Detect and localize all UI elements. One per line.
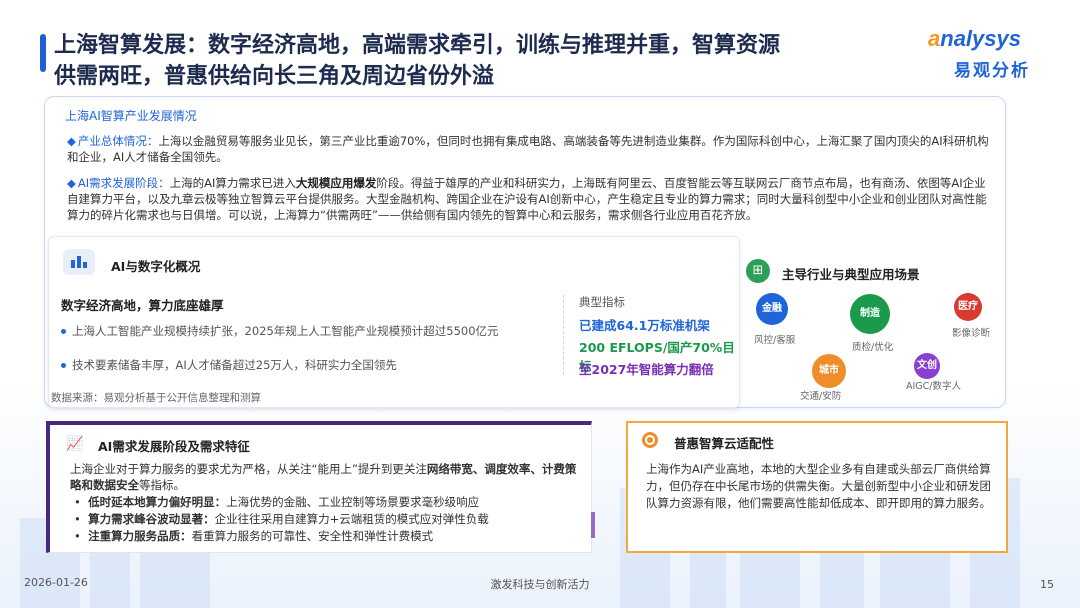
trend-line-icon: 📈 [66,436,84,452]
title-accent-bar [40,34,46,72]
bullet-dot-icon [61,363,66,368]
bubble-manufacturing: 制造 [850,294,890,334]
overview-paragraph-demand: ◆ AI需求发展阶段：上海的AI算力需求已进入大规模应用爆发阶段。得益于雄厚的产业… [67,176,987,222]
ai-digital-panel: AI与数字化概况 数字经济高地，算力底座雄厚 上海人工智能产业规模持续扩张，20… [48,236,740,408]
caption-culture: AIGC/数字人 [906,381,961,392]
inclusive-text: 上海作为AI产业高地，本地的大型企业多有自建或头部云厂商供给算力，但仍存在中长尾… [646,462,991,510]
dashed-divider [563,295,564,375]
bullet-dot-icon [61,329,66,334]
analysys-logo: analysys 易观分析 [928,26,1060,86]
list-item: 技术要素储备丰厚，AI人才储备超过25万人，科研实力全国领先 [61,357,397,373]
data-source-note: 数据来源：易观分析基于公开信息整理和测算 [51,392,261,404]
bubble-city: 城市 [812,354,846,388]
bubble-medical: 医疗 [954,293,982,321]
caption-medical: 影像诊断 [952,328,991,339]
list-item: • 算力需求峰谷波动显著：企业往往采用自建算力+云端租赁的模式应对弹性负载 [74,512,489,526]
caption-manufacturing: 质检/优化 [852,342,894,353]
ai-digital-subtitle: 数字经济高地，算力底座雄厚 [61,298,224,313]
demand-stage-card: 📈 AI需求发展阶段及需求特征 上海企业对于算力服务的要求尤为严格，从关注“能用… [46,421,595,553]
page-title: 上海智算发展：数字经济高地，高端需求牵引，训练与推理并重，智算资源 供需两旺，普… [54,30,974,92]
inclusive-computing-card: 普惠智算云适配性 上海作为AI产业高地，本地的大型企业多有自建或头部云厂商供给算… [626,421,1008,553]
list-item: • 注重算力服务品质：看重算力服务的可靠性、安全性和弹性计费模式 [74,529,434,543]
indicator-title: 典型指标 [579,295,625,309]
demand-title: AI需求发展阶段及需求特征 [98,439,250,454]
ai-digital-title: AI与数字化概况 [111,259,201,274]
logo-wordmark: nalysys [940,26,1021,51]
logo-a-letter: a [928,26,941,51]
list-item: • 低时延本地算力偏好明显：上海优势的金融、工业控制等场景要求毫秒级响应 [74,495,480,509]
overview-title: 上海AI智算产业发展情况 [65,109,197,123]
logo-cn-text: 易观分析 [954,61,1030,81]
demand-intro: 上海企业对于算力服务的要求尤为严格，从关注“能用上”提升到更关注网络带宽、调度效… [70,462,577,492]
indicator-2027: 至2027年智能算力翻倍 [579,362,714,377]
corner-accent [591,512,595,538]
inclusive-title: 普惠智算云适配性 [674,436,775,451]
diamond-bullet-icon: ◆ [67,134,76,148]
grid-icon: ⊞ [746,259,770,283]
page-number: 15 [1040,578,1054,591]
caption-finance: 风控/客服 [754,335,796,346]
caption-city: 交通/安防 [800,391,842,402]
overview-paragraph-industry: ◆ 产业总体情况：上海以金融贸易等服务业见长，第三产业比重逾70%，但同时也拥有集… [67,134,989,164]
scenes-title: 主导行业与典型应用场景 [782,267,920,282]
bubble-culture: 文创 [914,353,940,379]
indicator-racks: 已建成64.1万标准机架 [579,318,710,333]
list-item: 上海人工智能产业规模持续扩张，2025年规上人工智能产业规模预计超过5500亿元 [61,323,499,339]
footer-slogan: 激发科技与创新活力 [490,578,590,591]
diamond-bullet-icon: ◆ [67,176,76,190]
bubble-finance: 金融 [756,293,788,325]
page-title-line2: 供需两旺，普惠供给向长三角及周边省份外溢 [54,64,495,89]
page-title-line1: 上海智算发展：数字经济高地，高端需求牵引，训练与推理并重，智算资源 [54,33,781,58]
target-icon [642,432,658,448]
bar-chart-icon [63,249,95,275]
